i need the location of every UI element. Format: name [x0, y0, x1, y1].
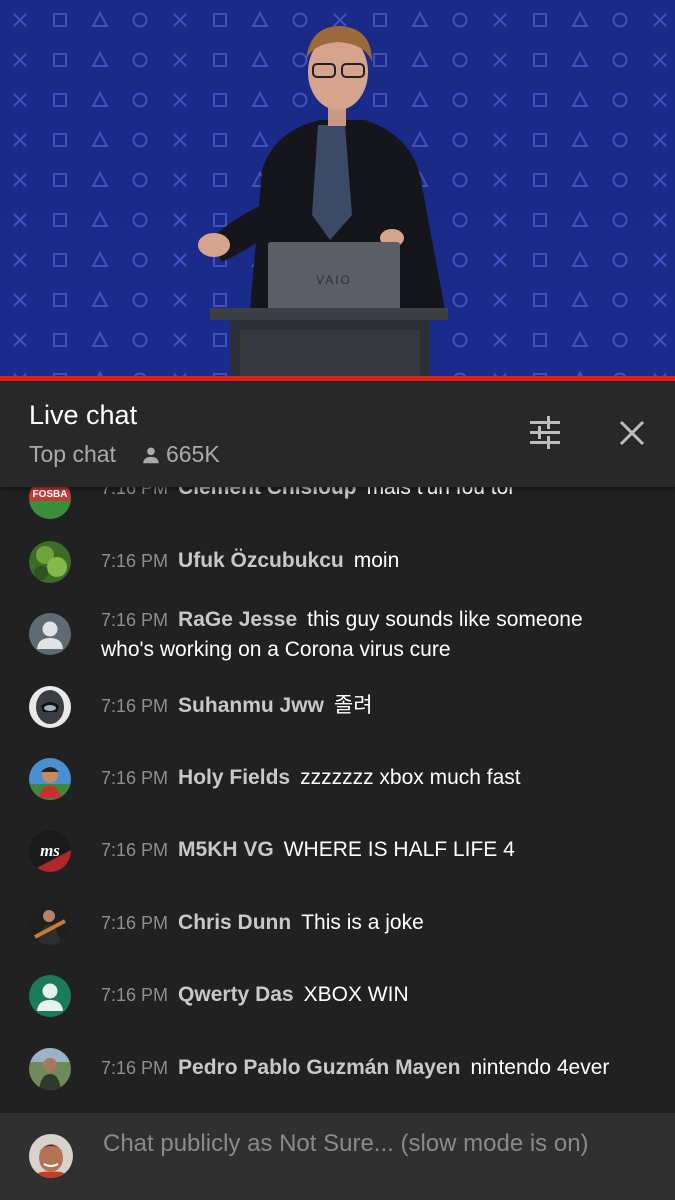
- message-author[interactable]: Qwerty Das: [178, 983, 294, 1006]
- message-text: WHERE IS HALF LIFE 4: [283, 838, 515, 861]
- video-frame: VAIO: [0, 0, 675, 378]
- message-author[interactable]: Pedro Pablo Guzmán Mayen: [178, 1056, 460, 1079]
- chat-title: Live chat: [29, 400, 138, 430]
- message-text: nintendo 4ever: [470, 1056, 610, 1079]
- message-text: 졸려: [333, 694, 373, 717]
- user-avatar[interactable]: ms: [29, 830, 71, 872]
- message-time: 7:16 PM: [101, 913, 169, 933]
- message-time: 7:16 PM: [101, 551, 169, 571]
- svg-text:ms: ms: [40, 841, 60, 860]
- message-author[interactable]: Suhanmu Jww: [178, 694, 324, 717]
- chat-message-input[interactable]: Chat publicly as Not Sure... (slow mode …: [103, 1129, 603, 1158]
- message-text: mais t'un fou toi: [366, 487, 513, 499]
- message-time: 7:16 PM: [101, 610, 169, 630]
- user-avatar[interactable]: [29, 686, 71, 728]
- chat-mode-label: Top chat: [29, 441, 116, 467]
- message-time: 7:16 PM: [101, 1058, 169, 1078]
- podium: [210, 308, 448, 378]
- laptop: VAIO: [268, 242, 400, 312]
- message-author[interactable]: RaGe Jesse: [178, 608, 297, 631]
- close-icon: [619, 420, 645, 446]
- message-time: 7:16 PM: [101, 696, 169, 716]
- message-text: XBOX WIN: [303, 983, 409, 1006]
- chat-mode-selector[interactable]: Top chat 665K: [29, 441, 220, 468]
- live-chat-header: Live chat Top chat 665K: [0, 381, 675, 487]
- viewer-count: 665K: [140, 441, 220, 468]
- message-author[interactable]: Clement Chisloup: [178, 487, 357, 499]
- svg-text:VAIO: VAIO: [316, 273, 352, 287]
- user-avatar[interactable]: [29, 541, 71, 583]
- my-avatar[interactable]: [29, 1134, 73, 1178]
- user-avatar[interactable]: FOSBA: [29, 487, 71, 519]
- message-author[interactable]: Chris Dunn: [178, 911, 291, 934]
- user-avatar[interactable]: [29, 903, 71, 945]
- message-text: this guy sounds like someone who's worki…: [101, 608, 583, 661]
- message-author[interactable]: M5KH VG: [178, 838, 274, 861]
- viewer-count-value: 665K: [165, 441, 220, 467]
- tune-icon: [530, 416, 560, 449]
- message-time: 7:16 PM: [101, 768, 169, 788]
- user-avatar[interactable]: [29, 613, 71, 655]
- user-avatar[interactable]: [29, 975, 71, 1017]
- user-avatar[interactable]: [29, 758, 71, 800]
- video-player[interactable]: VAIO: [0, 0, 675, 378]
- chat-filter-button[interactable]: [523, 411, 567, 455]
- user-avatar[interactable]: [29, 1048, 71, 1090]
- message-author[interactable]: Holy Fields: [178, 766, 290, 789]
- message-text: moin: [353, 549, 400, 572]
- chat-message-list[interactable]: FOSBA 7:16 PM Clement Chisloup mais t'un f…: [0, 487, 675, 1113]
- message-time: 7:16 PM: [101, 985, 169, 1005]
- chat-input-bar: Chat publicly as Not Sure... (slow mode …: [0, 1113, 675, 1200]
- message-text: This is a joke: [301, 911, 424, 934]
- person-icon: [143, 446, 159, 463]
- message-author[interactable]: Ufuk Özcubukcu: [178, 549, 344, 572]
- message-text: zzzzzzz xbox much fast: [300, 766, 521, 789]
- close-chat-button[interactable]: [610, 411, 654, 455]
- message-time: 7:16 PM: [101, 487, 169, 498]
- message-time: 7:16 PM: [101, 840, 169, 860]
- svg-text:FOSBA: FOSBA: [33, 489, 68, 500]
